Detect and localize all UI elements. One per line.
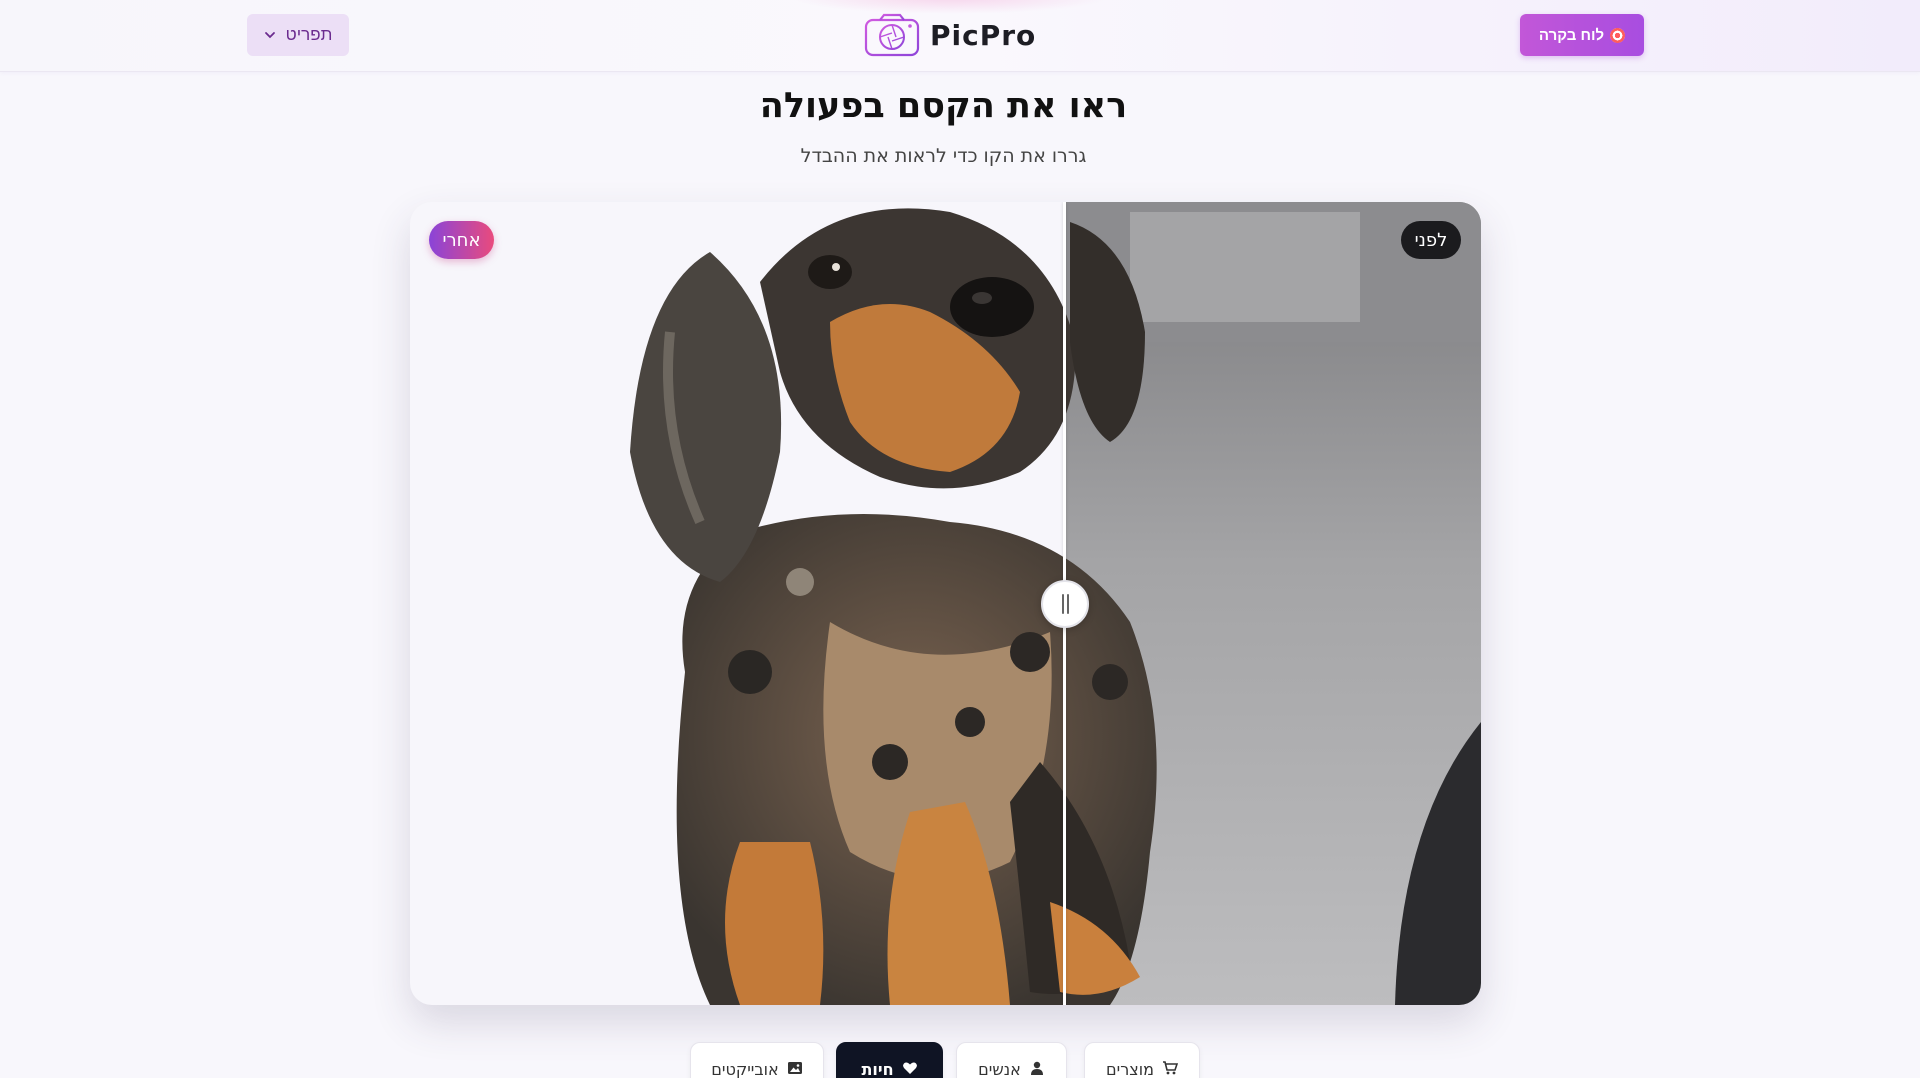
tab-label: אנשים	[978, 1060, 1021, 1078]
tab-objects[interactable]: אובייקטים	[690, 1042, 824, 1078]
chevron-down-icon	[264, 32, 275, 39]
handle-grip-line	[1061, 594, 1064, 614]
tab-animals[interactable]: חיות	[836, 1042, 943, 1078]
tab-label: אובייקטים	[711, 1060, 779, 1078]
cart-icon	[1162, 1061, 1178, 1075]
menu-button[interactable]: תפריט	[247, 14, 349, 56]
before-badge: לפני	[1401, 221, 1461, 259]
target-icon	[1610, 27, 1626, 43]
tab-label: מוצרים	[1106, 1060, 1154, 1078]
logo[interactable]: PicPro	[864, 12, 1036, 58]
dashboard-button-label: לוח בקרה	[1538, 26, 1605, 44]
page-subtitle: גררו את הקו כדי לראות את ההבדל	[800, 145, 1087, 167]
heart-icon	[902, 1062, 917, 1074]
user-icon	[1030, 1061, 1043, 1075]
tab-label: חיות	[861, 1060, 894, 1078]
before-after-comparison[interactable]: אחרי לפני	[410, 202, 1481, 1005]
camera-logo-icon	[864, 13, 920, 57]
top-navbar: תפריט PicPro לוח בקרה	[0, 0, 1920, 72]
handle-grip-line	[1066, 594, 1069, 614]
dashboard-button[interactable]: לוח בקרה	[1520, 14, 1644, 56]
category-tabs: מוצרים אנשים חיות אובייקטים	[0, 1042, 1920, 1078]
tab-people[interactable]: אנשים	[956, 1042, 1067, 1078]
tab-products[interactable]: מוצרים	[1084, 1042, 1200, 1078]
after-badge: אחרי	[429, 221, 494, 259]
dog-photo-illustration	[630, 202, 1481, 1005]
menu-button-label: תפריט	[285, 25, 333, 44]
image-icon	[787, 1062, 802, 1074]
logo-text: PicPro	[930, 18, 1037, 52]
slider-handle[interactable]	[1041, 580, 1089, 628]
page-title: ראו את הקסם בפעולה	[759, 86, 1128, 126]
